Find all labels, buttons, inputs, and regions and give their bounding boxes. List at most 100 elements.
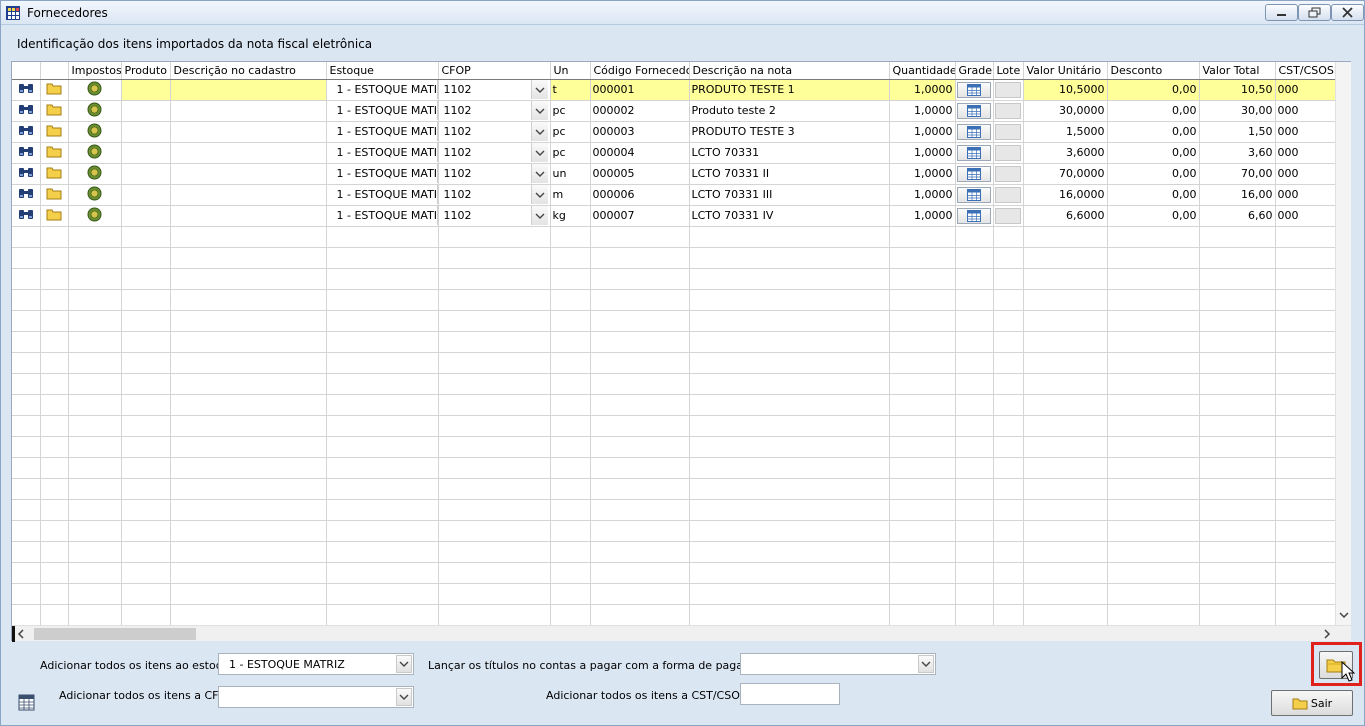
binoculars-icon[interactable] xyxy=(18,102,34,116)
cst-cell[interactable]: 000 xyxy=(1275,100,1336,122)
estoque-dropdown[interactable]: 1 - ESTOQUE MATI xyxy=(326,121,439,143)
lote-box[interactable] xyxy=(995,81,1021,98)
column-header[interactable]: Lote xyxy=(993,62,1024,80)
descricao-cadastro-cell[interactable] xyxy=(170,79,327,101)
lote-cell[interactable] xyxy=(993,205,1024,227)
grade-button[interactable] xyxy=(957,144,991,161)
desconto-cell[interactable]: 0,00 xyxy=(1107,100,1200,122)
cfop-dropdown[interactable]: 1102 xyxy=(438,184,551,206)
vertical-scrollbar[interactable] xyxy=(1335,62,1351,625)
quantidade-cell[interactable]: 1,0000 xyxy=(889,163,956,185)
chevron-down-icon[interactable] xyxy=(918,655,934,673)
search-cell[interactable] xyxy=(12,121,41,143)
scroll-right-icon[interactable] xyxy=(1319,626,1335,642)
impostos-cell[interactable] xyxy=(68,142,122,164)
lote-box[interactable] xyxy=(995,144,1021,161)
column-header[interactable]: CST/CSOSN xyxy=(1275,62,1336,80)
column-header[interactable]: Código Fornecedor xyxy=(590,62,690,80)
coin-icon[interactable] xyxy=(87,144,102,159)
cst-cell[interactable]: 000 xyxy=(1275,163,1336,185)
chevron-down-icon[interactable] xyxy=(530,143,548,162)
chevron-down-icon[interactable] xyxy=(530,164,548,183)
grade-button[interactable] xyxy=(957,186,991,203)
cfop-dropdown[interactable]: 1102 xyxy=(438,205,551,227)
coin-icon[interactable] xyxy=(87,123,102,138)
valor-unitario-cell[interactable]: 1,5000 xyxy=(1023,121,1108,143)
column-header[interactable]: Descrição no cadastro xyxy=(170,62,327,80)
items-grid[interactable]: Impostos Produto Descrição no cadastro Esto… xyxy=(11,61,1351,642)
lote-box[interactable] xyxy=(995,102,1021,119)
impostos-cell[interactable] xyxy=(68,184,122,206)
impostos-cell[interactable] xyxy=(68,205,122,227)
restore-button[interactable] xyxy=(1298,4,1331,21)
column-header[interactable]: Estoque xyxy=(326,62,439,80)
produto-cell[interactable] xyxy=(121,184,171,206)
grade-button[interactable] xyxy=(957,123,991,140)
cst-cell[interactable]: 000 xyxy=(1275,79,1336,101)
chevron-down-icon[interactable] xyxy=(396,655,412,673)
horizontal-scrollbar[interactable] xyxy=(12,625,1351,642)
chevron-down-icon[interactable] xyxy=(530,185,548,204)
binoculars-icon[interactable] xyxy=(18,123,34,137)
search-cell[interactable] xyxy=(12,163,41,185)
chevron-down-icon[interactable] xyxy=(530,101,548,120)
coin-icon[interactable] xyxy=(87,186,102,201)
cst-cell[interactable]: 000 xyxy=(1275,184,1336,206)
grade-cell[interactable] xyxy=(955,100,994,122)
folder-icon[interactable] xyxy=(46,82,62,95)
impostos-cell[interactable] xyxy=(68,163,122,185)
lote-box[interactable] xyxy=(995,207,1021,224)
cst-cell[interactable]: 000 xyxy=(1275,121,1336,143)
binoculars-icon[interactable] xyxy=(18,81,34,95)
column-header[interactable]: Quantidade xyxy=(889,62,956,80)
grade-button[interactable] xyxy=(957,81,991,98)
produto-cell[interactable] xyxy=(121,100,171,122)
binoculars-icon[interactable] xyxy=(18,144,34,158)
folder-icon[interactable] xyxy=(46,124,62,137)
valor-unitario-cell[interactable]: 70,0000 xyxy=(1023,163,1108,185)
search-cell[interactable] xyxy=(12,184,41,206)
cfop-dropdown[interactable]: 1102 xyxy=(438,79,551,101)
folder-cell[interactable] xyxy=(40,163,69,185)
descricao-cadastro-cell[interactable] xyxy=(170,121,327,143)
valor-unitario-cell[interactable]: 3,6000 xyxy=(1023,142,1108,164)
desconto-cell[interactable]: 0,00 xyxy=(1107,205,1200,227)
binoculars-icon[interactable] xyxy=(18,186,34,200)
quantidade-cell[interactable]: 1,0000 xyxy=(889,205,956,227)
estoque-dropdown[interactable]: 1 - ESTOQUE MATI xyxy=(326,205,439,227)
cfop-dropdown[interactable]: 1102 xyxy=(438,100,551,122)
quantidade-cell[interactable]: 1,0000 xyxy=(889,100,956,122)
estoque-select[interactable]: 1 - ESTOQUE MATRIZ xyxy=(218,653,414,675)
cst-input[interactable] xyxy=(740,683,840,705)
impostos-cell[interactable] xyxy=(68,79,122,101)
table-row[interactable]: 1 - ESTOQUE MATI 1102 un 000005 LCTO 70331 I… xyxy=(12,163,1336,185)
valor-unitario-cell[interactable]: 6,6000 xyxy=(1023,205,1108,227)
lote-box[interactable] xyxy=(995,186,1021,203)
grade-cell[interactable] xyxy=(955,142,994,164)
quantidade-cell[interactable]: 1,0000 xyxy=(889,121,956,143)
coin-icon[interactable] xyxy=(87,102,102,117)
column-header[interactable]: Desconto xyxy=(1107,62,1200,80)
grade-cell[interactable] xyxy=(955,184,994,206)
binoculars-icon[interactable] xyxy=(18,165,34,179)
cfop-select[interactable] xyxy=(218,686,414,708)
folder-cell[interactable] xyxy=(40,79,69,101)
descricao-cadastro-cell[interactable] xyxy=(170,163,327,185)
estoque-dropdown[interactable]: 1 - ESTOQUE MATI xyxy=(326,163,439,185)
scroll-down-icon[interactable] xyxy=(1336,607,1352,623)
grade-cell[interactable] xyxy=(955,79,994,101)
lote-cell[interactable] xyxy=(993,163,1024,185)
coin-icon[interactable] xyxy=(87,165,102,180)
column-header[interactable]: Descrição na nota xyxy=(689,62,890,80)
folder-cell[interactable] xyxy=(40,121,69,143)
lote-cell[interactable] xyxy=(993,100,1024,122)
descricao-cadastro-cell[interactable] xyxy=(170,205,327,227)
desconto-cell[interactable]: 0,00 xyxy=(1107,121,1200,143)
produto-cell[interactable] xyxy=(121,163,171,185)
descricao-cadastro-cell[interactable] xyxy=(170,100,327,122)
spreadsheet-icon[interactable] xyxy=(18,694,35,711)
produto-cell[interactable] xyxy=(121,79,171,101)
folder-icon[interactable] xyxy=(46,166,62,179)
quantidade-cell[interactable]: 1,0000 xyxy=(889,184,956,206)
cfop-dropdown[interactable]: 1102 xyxy=(438,142,551,164)
